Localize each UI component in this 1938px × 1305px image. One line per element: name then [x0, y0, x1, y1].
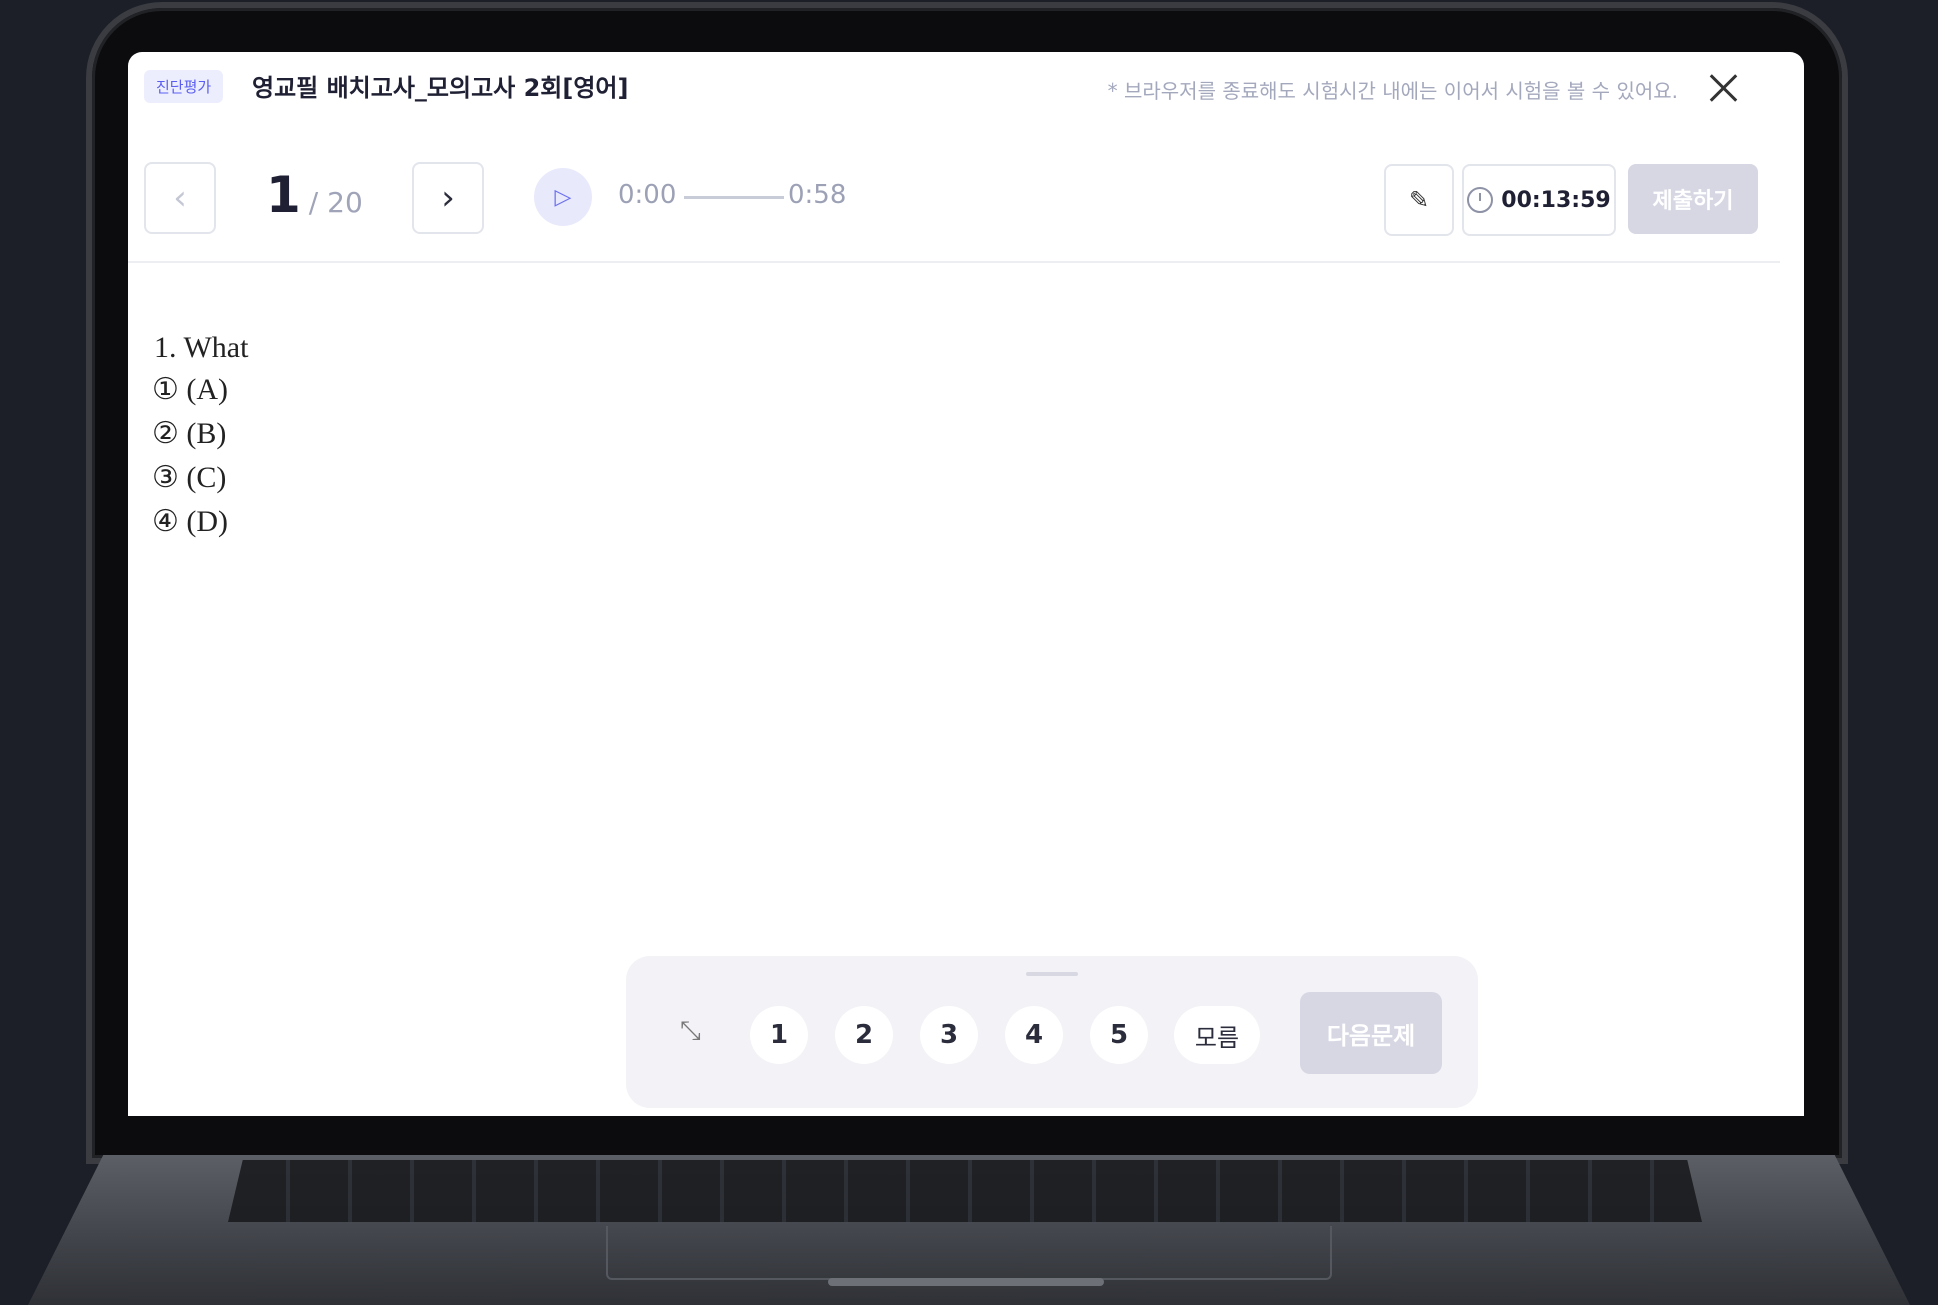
exam-title: 영교필 배치고사_모의고사 2회[영어]: [252, 74, 629, 102]
answer-choice-5[interactable]: 5: [1090, 1006, 1148, 1064]
answer-bar: ⤡ 1 2 3 4 5 모름 다음문제: [626, 956, 1478, 1108]
option-d: ④ (D): [152, 505, 229, 538]
exam-timer: 00:13:59: [1462, 164, 1616, 236]
close-icon[interactable]: [1706, 70, 1742, 106]
timer-value: 00:13:59: [1501, 187, 1611, 213]
clock-icon: [1467, 187, 1494, 213]
answer-bar-handle[interactable]: [1026, 972, 1078, 976]
option-c: ③ (C): [152, 461, 227, 494]
resume-notice: * 브라우저를 종료해도 시험시간 내에는 이어서 시험을 볼 수 있어요.: [1107, 79, 1678, 103]
next-problem-button[interactable]: 다음문제: [1300, 992, 1442, 1074]
laptop-hinge: [828, 1278, 1104, 1286]
play-icon: ▷: [554, 184, 572, 210]
answer-choice-3[interactable]: 3: [920, 1006, 978, 1064]
audio-current-time: 0:00: [618, 180, 677, 210]
answer-choice-1[interactable]: 1: [750, 1006, 808, 1064]
prev-question-button[interactable]: ‹: [144, 162, 216, 234]
answer-choice-4[interactable]: 4: [1005, 1006, 1063, 1064]
memo-button[interactable]: ✎: [1384, 164, 1454, 236]
question-options: ① (A) ② (B) ③ (C) ④ (D): [152, 368, 228, 544]
next-question-button[interactable]: ›: [412, 162, 484, 234]
laptop-keyboard: [228, 1160, 1702, 1222]
exam-type-badge: 진단평가: [144, 70, 224, 103]
answer-unknown-button[interactable]: 모름: [1174, 1006, 1260, 1064]
question-text: 1. What: [154, 331, 249, 364]
exam-header: 진단평가 영교필 배치고사_모의고사 2회[영어] * 브라우저를 종료해도 시…: [128, 52, 1804, 122]
pen-icon: ✎: [1408, 186, 1430, 214]
audio-progress-bar[interactable]: [684, 196, 784, 199]
submit-button[interactable]: 제출하기: [1628, 164, 1758, 234]
total-questions: / 20: [308, 186, 363, 219]
laptop-trackpad: [606, 1226, 1332, 1280]
current-question-number: 1: [266, 166, 301, 224]
question-pager: 1/ 20: [266, 166, 363, 224]
exam-toolbar: ‹ 1/ 20 › ▷ 0:00 0:58 ✎ 00:13:59 제출하기: [128, 162, 1804, 242]
audio-duration: 0:58: [788, 180, 847, 210]
option-a: ① (A): [152, 373, 229, 406]
option-b: ② (B): [152, 417, 227, 450]
toolbar-divider: [128, 261, 1780, 263]
collapse-icon[interactable]: ⤡: [680, 1016, 701, 1047]
play-audio-button[interactable]: ▷: [534, 168, 592, 226]
exam-window: 진단평가 영교필 배치고사_모의고사 2회[영어] * 브라우저를 종료해도 시…: [128, 52, 1804, 1116]
answer-choice-2[interactable]: 2: [835, 1006, 893, 1064]
